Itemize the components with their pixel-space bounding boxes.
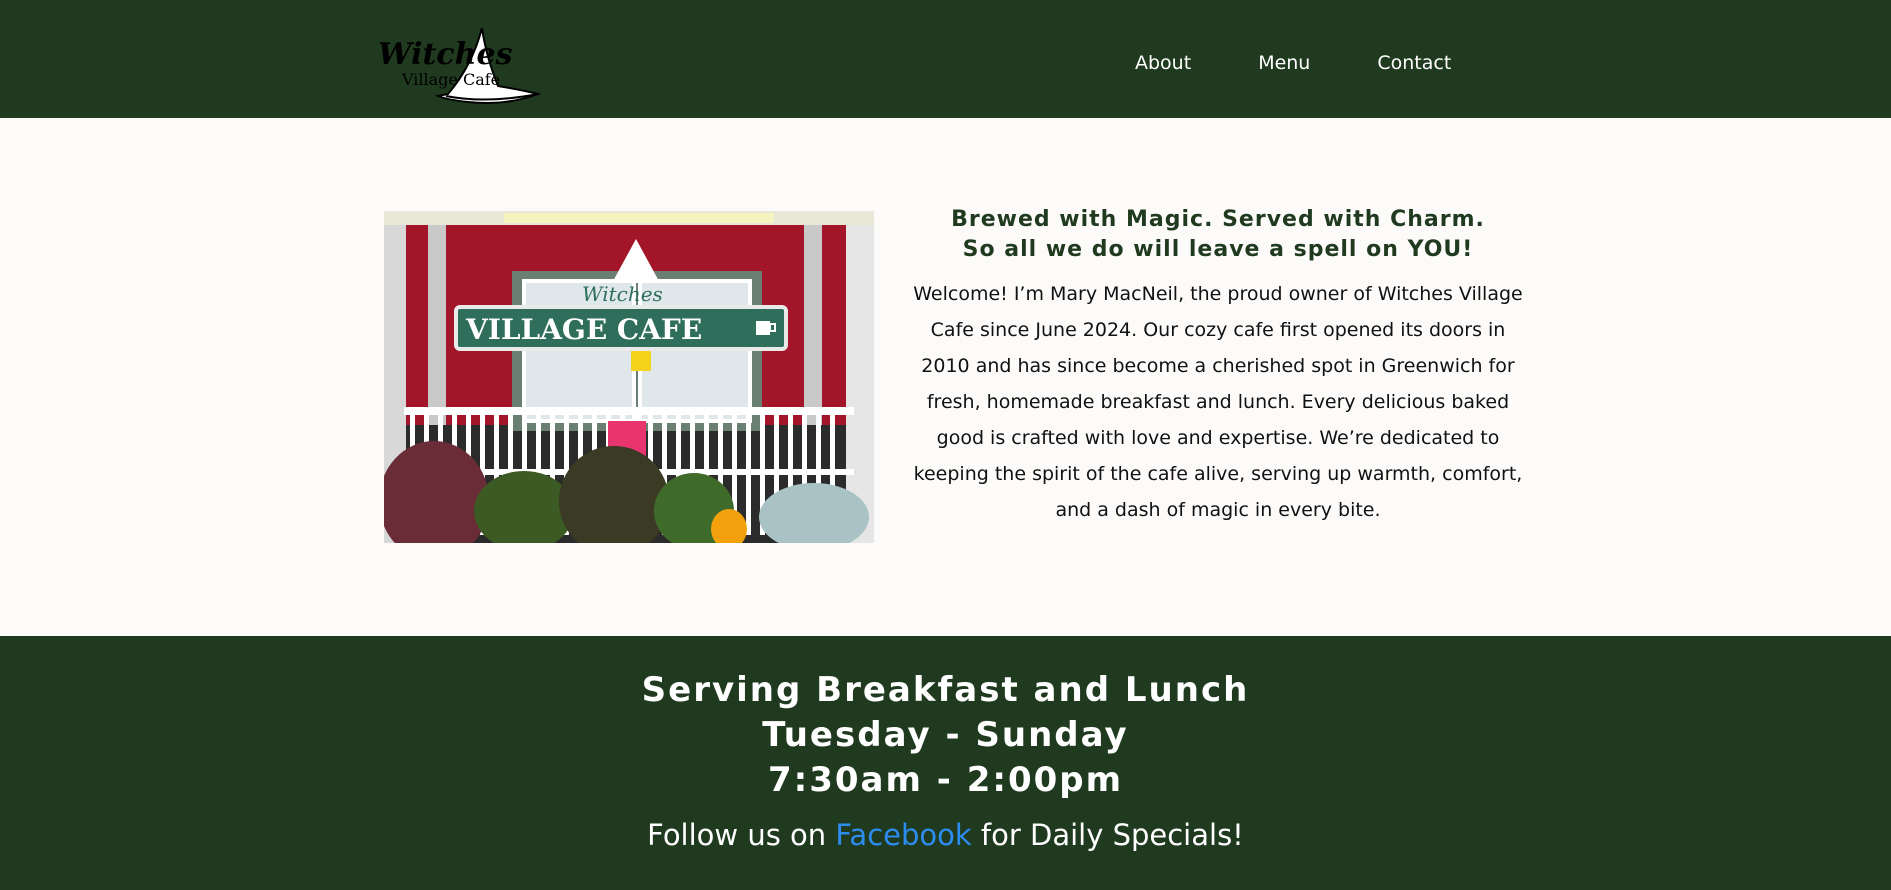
- site-logo[interactable]: Witches Village Cafe: [376, 26, 542, 104]
- logo-subtitle: Village Cafe: [401, 70, 500, 89]
- follow-line: Follow us on Facebook for Daily Specials…: [0, 818, 1891, 852]
- hours-days: Tuesday - Sunday: [762, 715, 1129, 755]
- tagline-line-1: Brewed with Magic. Served with Charm.: [951, 207, 1485, 232]
- site-header: Witches Village Cafe About Menu Contact: [0, 0, 1891, 118]
- welcome-paragraph: Welcome! I’m Mary MacNeil, the proud own…: [913, 283, 1523, 521]
- witch-hat-icon: Witches Village Cafe: [378, 27, 542, 104]
- facebook-link[interactable]: Facebook: [835, 818, 971, 852]
- tagline-line-2: So all we do will leave a spell on YOU!: [962, 237, 1474, 262]
- hours-time: 7:30am - 2:00pm: [767, 760, 1124, 800]
- sign-text: VILLAGE CAFE: [465, 313, 702, 346]
- nav-link-about[interactable]: About: [1135, 52, 1191, 74]
- hours-block: Serving Breakfast and Lunch Tuesday - Su…: [0, 668, 1891, 803]
- logo-wordmark: Witches: [378, 37, 513, 72]
- follow-prefix: Follow us on: [647, 818, 836, 852]
- intro-text: Brewed with Magic. Served with Charm. So…: [912, 205, 1524, 528]
- sign-small-text: Witches: [582, 282, 663, 306]
- hours-band: Serving Breakfast and Lunch Tuesday - Su…: [0, 636, 1891, 890]
- nav-link-menu[interactable]: Menu: [1258, 52, 1310, 74]
- nav-link-contact[interactable]: Contact: [1377, 52, 1451, 74]
- main-nav: About Menu Contact: [1135, 52, 1451, 74]
- hours-title: Serving Breakfast and Lunch: [641, 670, 1250, 710]
- intro-section: VILLAGE CAFE Witches Brewed with Magic. …: [0, 118, 1891, 636]
- cafe-storefront-photo: VILLAGE CAFE Witches: [384, 211, 874, 543]
- follow-suffix: for Daily Specials!: [971, 818, 1244, 852]
